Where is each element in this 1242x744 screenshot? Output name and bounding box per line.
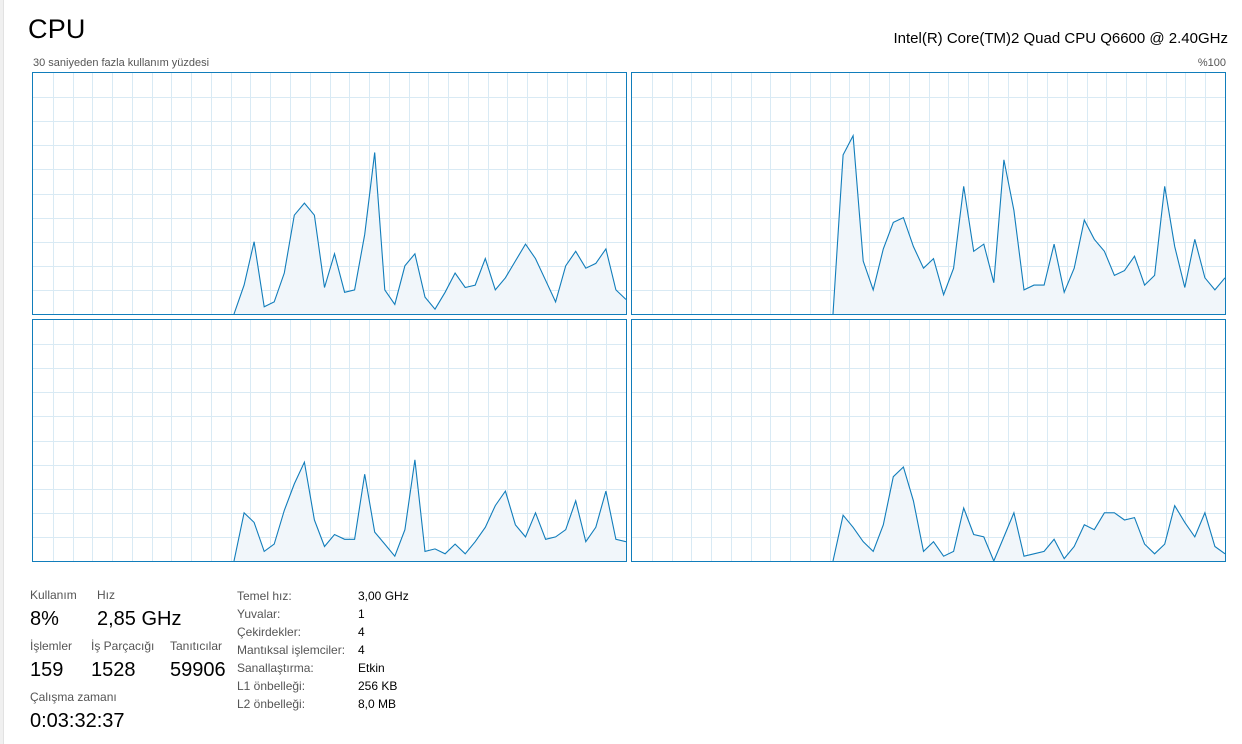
speed-label: Hız [97, 588, 115, 602]
handles-stat: Tanıtıcılar 59906 [170, 639, 226, 682]
page-title: CPU [28, 14, 86, 44]
speed-value: 2,85 GHz [97, 608, 182, 630]
processes-value: 159 [30, 659, 64, 681]
cpu-specs-table: Temel hız: 3,00 GHz Yuvalar: 1 Çekirdekler… [237, 587, 409, 713]
spec-row: Çekirdekler: 4 [237, 623, 409, 641]
spec-row: Temel hız: 3,00 GHz [237, 587, 409, 605]
core-graph-3[interactable] [32, 319, 627, 562]
spec-row: Yuvalar: 1 [237, 605, 409, 623]
spec-row: L2 önbelleği: 8,0 MB [237, 695, 409, 713]
spec-key: L1 önbelleği: [237, 679, 306, 693]
spec-row: Mantıksal işlemciler: 4 [237, 641, 409, 659]
core-graph-2-chart [632, 73, 1225, 314]
usage-label: Kullanım [30, 588, 77, 602]
core-graph-4[interactable] [631, 319, 1226, 562]
spec-key: Çekirdekler: [237, 625, 302, 639]
usage-value: 8% [30, 608, 59, 630]
core-graph-3-chart [33, 320, 626, 561]
core-graph-1[interactable] [32, 72, 627, 315]
graph-caption: 30 saniyeden fazla kullanım yüzdesi [33, 57, 210, 69]
threads-stat: İş Parçacığı 1528 [91, 639, 154, 682]
spec-key: Mantıksal işlemciler: [237, 643, 346, 657]
core-graph-1-chart [33, 73, 626, 314]
speed-stat: Hız 2,85 GHz [97, 588, 181, 631]
spec-key: L2 önbelleği: [237, 697, 306, 711]
window-left-edge [0, 0, 4, 744]
spec-value: 8,0 MB [358, 697, 397, 711]
spec-value: Etkin [358, 661, 385, 675]
uptime-label: Çalışma zamanı [30, 690, 117, 704]
spec-value: 3,00 GHz [358, 589, 409, 603]
processes-label: İşlemler [30, 639, 73, 653]
processes-stat: İşlemler 159 [30, 639, 72, 682]
spec-value: 256 KB [358, 679, 398, 693]
spec-row: L1 önbelleği: 256 KB [237, 677, 409, 695]
cpu-model-name: Intel(R) Core(TM)2 Quad CPU Q6600 @ 2.40… [893, 30, 1228, 47]
graph-max-label: %100 [1197, 57, 1226, 69]
uptime-stat: Çalışma zamanı 0:03:32:37 [30, 690, 125, 733]
spec-key: Yuvalar: [237, 607, 281, 621]
uptime-value: 0:03:32:37 [30, 710, 125, 732]
spec-value: 4 [358, 625, 365, 639]
spec-row: Sanallaştırma: Etkin [237, 659, 409, 677]
spec-key: Sanallaştırma: [237, 661, 314, 675]
core-graph-2[interactable] [631, 72, 1226, 315]
core-graph-4-chart [632, 320, 1225, 561]
handles-label: Tanıtıcılar [170, 639, 223, 653]
threads-value: 1528 [91, 659, 136, 681]
handles-value: 59906 [170, 659, 226, 681]
usage-stat: Kullanım 8% [30, 588, 77, 631]
spec-key: Temel hız: [237, 589, 292, 603]
threads-label: İş Parçacığı [91, 639, 155, 653]
spec-value: 1 [358, 607, 365, 621]
spec-value: 4 [358, 643, 365, 657]
